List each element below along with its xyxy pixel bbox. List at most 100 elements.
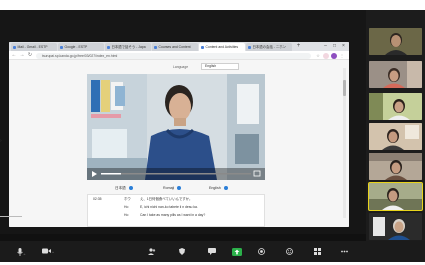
chevron-up-icon[interactable]: ^ [24, 253, 26, 257]
transcript-box: 02:35 ホウ え、1日何個食べていいんですか。 Ho E, ichi nic… [87, 194, 265, 227]
url-input[interactable]: tsurupai.sp.kanda.go.jp/free/03/027/inde… [36, 52, 311, 59]
video-player[interactable] [87, 74, 265, 180]
video-camera-icon[interactable]: ^ [40, 248, 56, 256]
transcript-speaker: Ho [124, 205, 129, 209]
language-select[interactable]: English [201, 63, 239, 70]
more-glyph [340, 250, 348, 253]
participant-video-tile[interactable] [369, 213, 422, 240]
scrollbar-thumb[interactable] [343, 80, 346, 96]
browser-tab[interactable]: Google - ESTP [58, 43, 104, 51]
transcript-time: 02:35 [93, 197, 102, 201]
tab-label: Courses and Content [158, 45, 191, 49]
tab-label: Content and Activities [205, 45, 239, 49]
record-glyph [257, 248, 265, 255]
transcript-speaker: Ho [124, 213, 129, 217]
transcript-row[interactable]: Ho E, ichi nichi nan-ko tabete ii n desu… [88, 204, 264, 211]
transcript-row[interactable]: 02:35 ホウ え、1日何個食べていいんですか。 [88, 196, 264, 203]
subtitle-option-label: 日本語 [115, 186, 126, 190]
participant-video [369, 61, 422, 88]
shield-glyph [179, 248, 185, 255]
radio-checked-icon[interactable] [177, 186, 182, 191]
participant-video-tile[interactable] [369, 153, 422, 180]
maximize-button[interactable]: □ [330, 42, 339, 51]
tab-label: 日本語で話そう - Japa [111, 45, 146, 49]
reload-button[interactable]: ↻ [27, 52, 33, 58]
participant-video [369, 123, 422, 150]
participant-video-tile[interactable] [369, 93, 422, 120]
meeting-toolbar: ^ ^ [0, 241, 425, 262]
browser-tab-active[interactable]: Content and Activities [199, 43, 245, 51]
participant-video-tile[interactable] [369, 61, 422, 88]
chat-glyph [208, 248, 216, 255]
participant-gallery [366, 10, 425, 241]
bookmark-star-icon[interactable]: ☆ [315, 53, 321, 59]
browser-menu-icon[interactable]: ⋮ [339, 53, 345, 59]
share-glyph [231, 248, 242, 256]
edge-divider [0, 216, 22, 217]
subtitle-options: 日本語 Romaji English [87, 184, 265, 193]
page-scrollbar[interactable] [343, 68, 346, 218]
participant-video-tile-active-speaker[interactable] [368, 182, 423, 211]
favicon-icon [60, 45, 63, 49]
profile-avatar[interactable] [331, 52, 337, 59]
minimize-button[interactable]: – [321, 42, 330, 51]
address-bar-row: ← → ↻ tsurupai.sp.kanda.go.jp/free/03/02… [9, 51, 349, 60]
subtitle-option-label: English [209, 186, 221, 190]
transcript-text: Can I take as many pills as I want in a … [140, 213, 206, 217]
tab-strip: Mail - Gmail - ESTP Google - ESTP 日本語で話そ… [9, 42, 349, 51]
subtitle-option-label: Romaji [163, 186, 175, 190]
transcript-text: え、1日何個食べていいんですか。 [140, 197, 193, 201]
favicon-icon [107, 45, 110, 49]
chevron-up-icon[interactable]: ^ [52, 251, 54, 255]
transcript-speaker: ホウ [124, 197, 131, 201]
radio-checked-icon[interactable] [223, 186, 228, 191]
favicon-icon [154, 45, 157, 49]
participant-video-tile[interactable] [369, 28, 422, 55]
close-window-button[interactable]: × [339, 42, 348, 51]
browser-tab[interactable]: Mail - Gmail - ESTP [11, 43, 57, 51]
participants-icon[interactable] [148, 248, 156, 256]
video-frame [87, 74, 265, 180]
participant-video [369, 28, 422, 55]
browser-tab[interactable]: 日本語で話そう - Japa [105, 43, 151, 51]
participant-video [369, 93, 422, 120]
favicon-icon [201, 45, 204, 49]
edge-marker: › [0, 138, 2, 144]
tab-label: Mail - Gmail - ESTP [17, 45, 48, 49]
forward-button[interactable]: → [19, 52, 25, 58]
more-icon[interactable] [340, 248, 348, 256]
extension-icon[interactable] [323, 52, 329, 59]
participant-video [369, 183, 422, 210]
share-screen-icon[interactable] [231, 248, 242, 256]
reactions-icon[interactable] [285, 248, 293, 256]
participants-glyph [148, 248, 156, 255]
tab-label: Google - ESTP [64, 45, 88, 49]
back-button[interactable]: ← [11, 52, 17, 58]
favicon-icon [248, 45, 251, 49]
tab-label: 日本語の会話 - ニホン [252, 45, 287, 49]
apps-glyph [313, 248, 321, 255]
microphone-glyph [16, 248, 23, 256]
reaction-glyph [285, 248, 293, 255]
radio-checked-icon[interactable] [128, 186, 133, 191]
favicon-icon [13, 45, 16, 49]
participant-video [369, 153, 422, 180]
subtitle-option-japanese[interactable]: 日本語 [115, 186, 133, 191]
chat-icon[interactable] [208, 248, 216, 256]
subtitle-option-english[interactable]: English [209, 186, 228, 191]
microphone-icon[interactable]: ^ [14, 248, 28, 257]
browser-window: Mail - Gmail - ESTP Google - ESTP 日本語で話そ… [9, 42, 349, 227]
transcript-row[interactable]: Ho Can I take as many pills as I want in… [88, 212, 264, 219]
apps-icon[interactable] [313, 248, 321, 256]
new-tab-button[interactable]: + [295, 43, 302, 50]
transcript-text: E, ichi nichi nan-ko tabete ii n desu ka… [140, 205, 198, 209]
language-label: Language [173, 65, 189, 69]
record-icon[interactable] [257, 248, 265, 256]
browser-tab[interactable]: 日本語の会話 - ニホン [246, 43, 292, 51]
camera-glyph [42, 248, 52, 254]
subtitle-option-romaji[interactable]: Romaji [163, 186, 182, 191]
web-page: Language English 日本語 Romaji English 02:3… [9, 60, 349, 227]
security-icon[interactable] [178, 248, 186, 256]
participant-video-tile[interactable] [369, 123, 422, 150]
browser-tab[interactable]: Courses and Content [152, 43, 198, 51]
